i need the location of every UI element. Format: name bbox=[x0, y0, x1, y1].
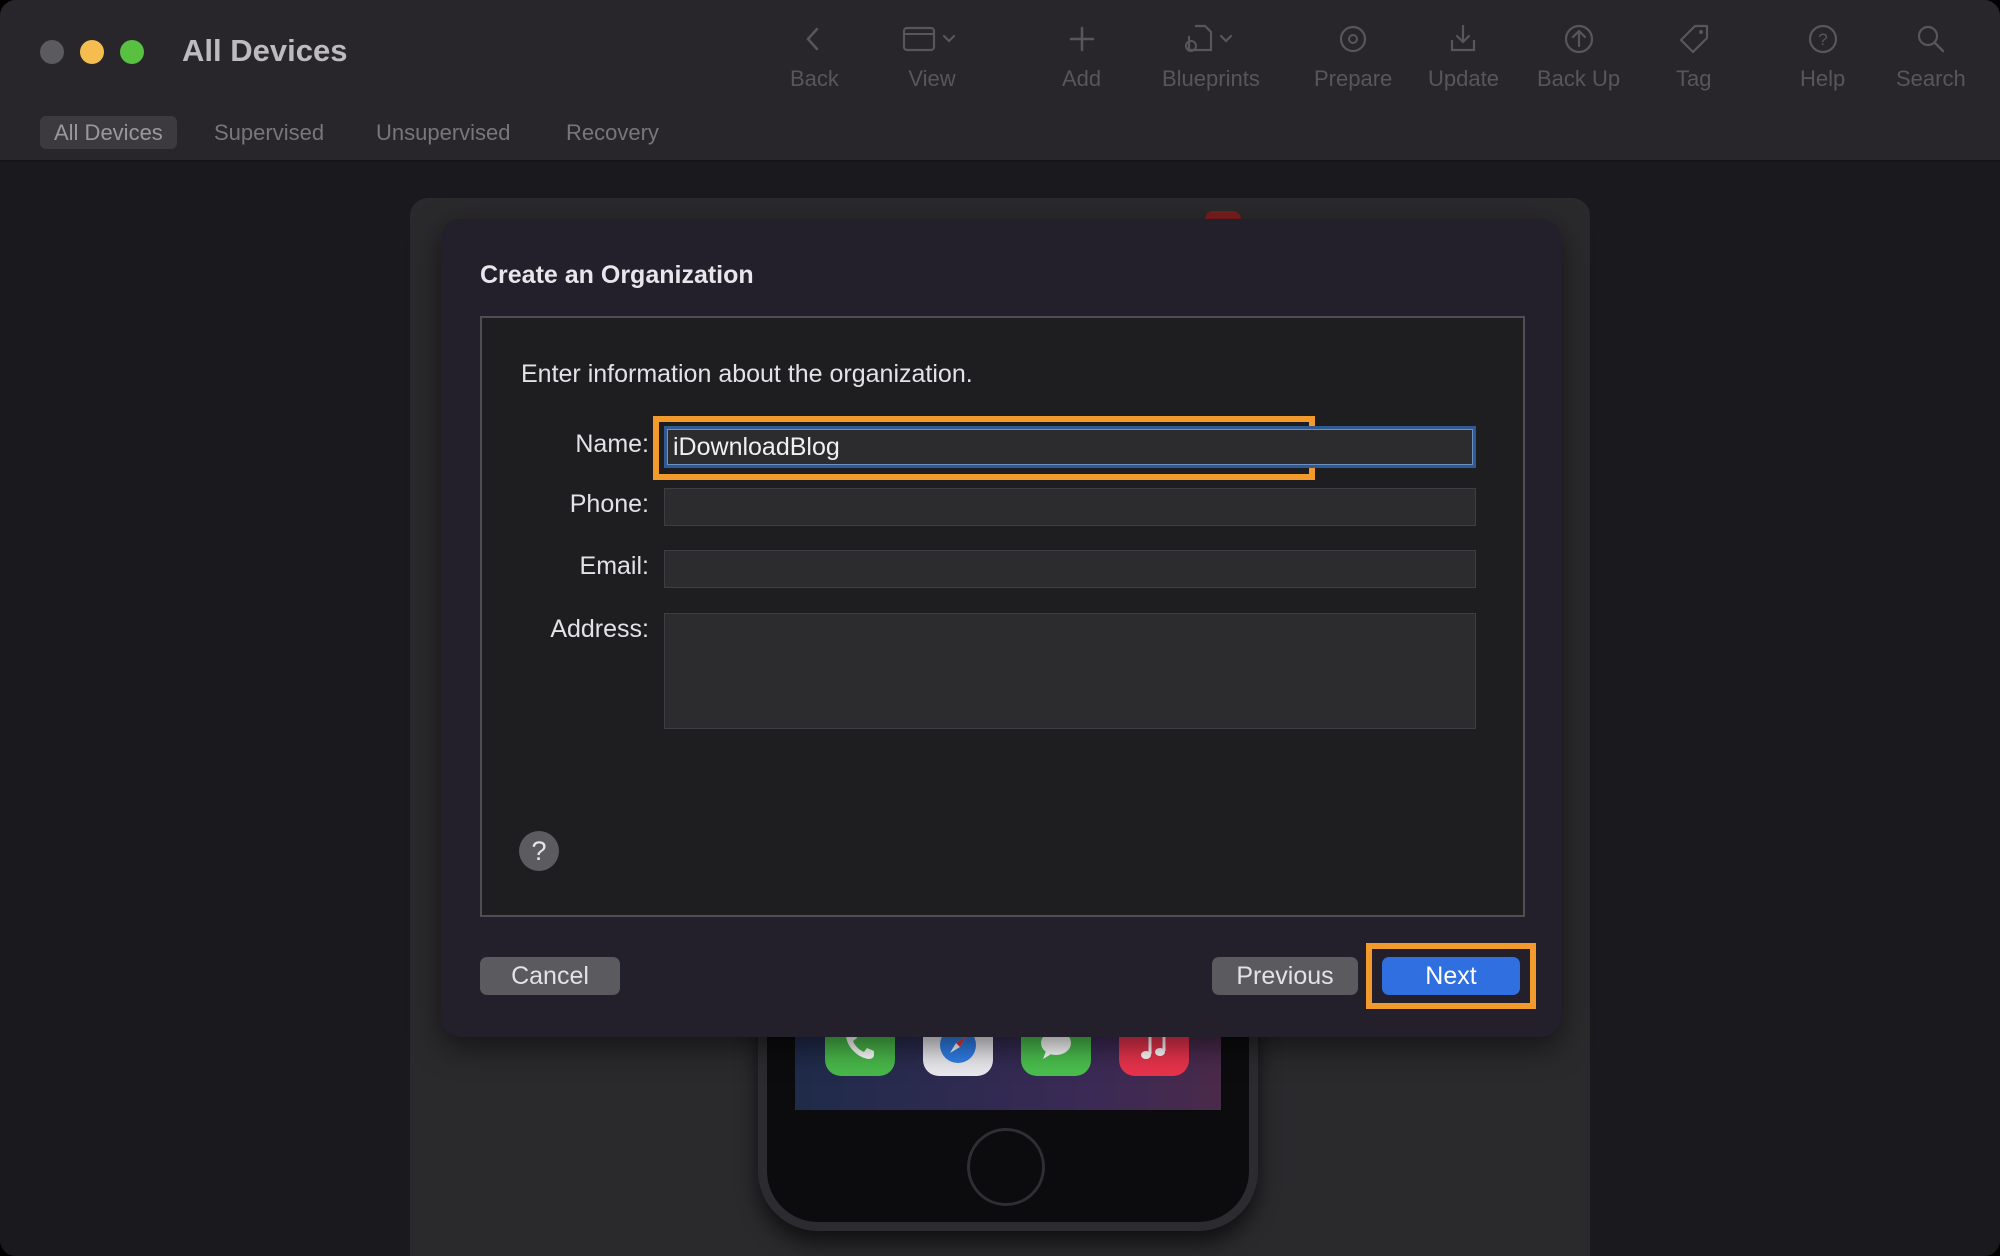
scope-all-devices[interactable]: All Devices bbox=[40, 116, 177, 149]
arrow-up-circle-icon bbox=[1564, 24, 1593, 54]
chevron-left-icon bbox=[806, 27, 819, 51]
question-circle-icon: ? bbox=[1808, 24, 1837, 54]
toolbar-update-button[interactable]: Update bbox=[1428, 22, 1499, 92]
name-field[interactable]: iDownloadBlog bbox=[664, 426, 1476, 468]
email-label: Email: bbox=[579, 552, 649, 580]
toolbar-back-button[interactable]: Back bbox=[790, 22, 839, 92]
address-label: Address: bbox=[550, 615, 649, 643]
previous-button[interactable]: Previous bbox=[1212, 957, 1358, 995]
toolbar-view-button[interactable]: View bbox=[902, 22, 962, 92]
toolbar-prepare-label: Prepare bbox=[1314, 66, 1393, 91]
toolbar-add-label: Add bbox=[1062, 66, 1102, 91]
email-field[interactable] bbox=[664, 550, 1476, 588]
window-view-icon bbox=[902, 26, 956, 52]
toolbar-add-button[interactable]: Add bbox=[1062, 22, 1101, 92]
scope-unsupervised[interactable]: Unsupervised bbox=[362, 116, 525, 149]
toolbar-blueprints-label: Blueprints bbox=[1162, 66, 1260, 91]
scope-supervised[interactable]: Supervised bbox=[200, 116, 338, 149]
address-field[interactable] bbox=[664, 613, 1476, 729]
magnifier-icon bbox=[1917, 25, 1945, 53]
name-label: Name: bbox=[575, 430, 649, 458]
phone-field[interactable] bbox=[664, 488, 1476, 526]
svg-text:?: ? bbox=[1818, 30, 1827, 49]
gear-icon bbox=[1340, 25, 1367, 53]
phone-label: Phone: bbox=[569, 490, 649, 518]
toolbar-backup-label: Back Up bbox=[1537, 66, 1621, 91]
toolbar-tag-label: Tag bbox=[1676, 66, 1712, 91]
form-intro: Enter information about the organization… bbox=[521, 360, 973, 388]
download-tray-icon bbox=[1451, 24, 1476, 52]
home-button bbox=[967, 1128, 1045, 1206]
app-window: All Devices Back View Add Blueprints Pre… bbox=[0, 0, 2000, 1256]
toolbar-help-button[interactable]: ? Help bbox=[1800, 22, 1845, 92]
plus-icon bbox=[1069, 26, 1094, 52]
toolbar-back-label: Back bbox=[790, 66, 839, 91]
create-organization-sheet: Create an Organization Enter information… bbox=[441, 219, 1561, 1037]
toolbar: Back View Add Blueprints Prepare Update bbox=[0, 22, 2000, 102]
toolbar-view-label: View bbox=[908, 66, 956, 91]
next-button[interactable]: Next bbox=[1382, 957, 1520, 995]
scope-bar: All Devices Supervised Unsupervised Reco… bbox=[0, 105, 2000, 162]
toolbar-tag-button[interactable]: Tag bbox=[1676, 22, 1711, 92]
iphone-illustration bbox=[758, 1010, 1258, 1231]
toolbar-help-label: Help bbox=[1800, 66, 1846, 91]
toolbar-update-label: Update bbox=[1428, 66, 1499, 91]
toolbar-backup-button[interactable]: Back Up bbox=[1537, 22, 1620, 92]
blueprints-icon bbox=[1184, 24, 1233, 52]
scope-recovery[interactable]: Recovery bbox=[552, 116, 673, 149]
title-bar: All Devices Back View Add Blueprints Pre… bbox=[0, 0, 2000, 105]
toolbar-search-button[interactable]: Search bbox=[1896, 22, 1966, 92]
help-button[interactable]: ? bbox=[519, 831, 559, 871]
toolbar-prepare-button[interactable]: Prepare bbox=[1314, 22, 1392, 92]
dialog-title: Create an Organization bbox=[480, 261, 754, 289]
toolbar-search-label: Search bbox=[1896, 66, 1966, 91]
cancel-button[interactable]: Cancel bbox=[480, 957, 620, 995]
toolbar-blueprints-button[interactable]: Blueprints bbox=[1162, 22, 1260, 92]
tag-icon bbox=[1679, 24, 1708, 54]
badge-dot bbox=[1205, 211, 1241, 219]
form-box: Enter information about the organization… bbox=[480, 316, 1525, 917]
